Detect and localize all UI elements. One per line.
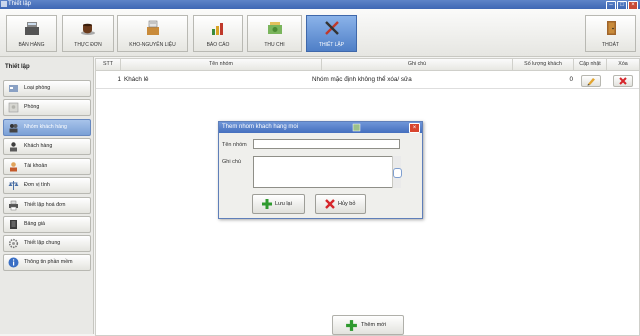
toolbar-exit-button[interactable]: THOÁT xyxy=(585,15,636,52)
save-button[interactable]: Lưu lại xyxy=(252,194,305,214)
edit-row-button[interactable] xyxy=(581,75,601,87)
plus-icon xyxy=(346,320,357,331)
customer-group-icon xyxy=(9,124,18,133)
printer-icon xyxy=(9,200,18,211)
sidebar-item-room[interactable]: Phòng xyxy=(3,99,91,116)
customer-icon xyxy=(10,142,17,152)
money-icon xyxy=(267,22,282,34)
dialog-close-icon[interactable]: × xyxy=(409,123,420,133)
tools-icon xyxy=(324,21,339,35)
group-name-input[interactable] xyxy=(253,139,400,149)
toolbar-settings-button[interactable]: THIẾT LẬP xyxy=(306,15,357,52)
cancel-button[interactable]: Hủy bỏ xyxy=(315,194,366,214)
toolbar-menu-label: THỰC ĐƠN xyxy=(74,42,102,48)
toolbar-settings-label: THIẾT LẬP xyxy=(318,42,345,48)
add-customer-group-dialog: Them nhom khach hang moi × Tên nhóm Ghi … xyxy=(218,121,423,219)
report-chart-icon xyxy=(212,23,223,35)
sidebar-item-label: Bảng giá xyxy=(24,221,45,227)
sidebar-item-label: Đơn vị tính xyxy=(24,182,50,188)
toolbar-exit-label: THOÁT xyxy=(602,42,619,48)
room-type-icon xyxy=(9,85,18,92)
toolbar-report-label: BÁO CÁO xyxy=(206,42,230,48)
window-title: Thiết lập xyxy=(8,1,32,7)
add-new-button-label: Thêm mới xyxy=(361,322,386,328)
note-label: Ghi chú xyxy=(222,159,241,165)
toolbar-sales-label: BÁN HÀNG xyxy=(18,42,45,48)
column-header-update[interactable]: Cập nhật xyxy=(574,59,607,71)
delete-row-button[interactable] xyxy=(613,75,633,87)
note-scrollbar[interactable] xyxy=(392,156,402,188)
sidebar-item-invoice-setup[interactable]: Thiết lập hoá đơn xyxy=(3,197,91,214)
group-name-label: Tên nhóm xyxy=(222,142,247,148)
column-header-customer-count[interactable]: Số lượng khách xyxy=(513,59,574,71)
sidebar-item-software-info[interactable]: Thông tin phần mềm xyxy=(3,254,91,271)
column-header-note[interactable]: Ghi chú xyxy=(322,59,513,71)
info-icon xyxy=(8,257,19,268)
window-titlebar: Thiết lập – □ × xyxy=(0,0,640,10)
sidebar-item-customer[interactable]: Khách hàng xyxy=(3,138,91,155)
inventory-icon xyxy=(146,20,159,35)
note-scrollbar-thumb[interactable] xyxy=(393,168,402,178)
add-new-button[interactable]: Thêm mới xyxy=(332,315,404,335)
app-icon xyxy=(1,1,7,7)
price-list-icon xyxy=(10,220,17,229)
column-header-delete[interactable]: Xóa xyxy=(607,59,639,71)
sidebar-title: Thiết lập xyxy=(5,64,30,70)
delete-x-icon xyxy=(619,77,627,85)
dialog-titlebar: Them nhom khach hang moi × xyxy=(219,122,422,133)
toolbar-inventory-button[interactable]: KHO-NGUYÊN LIỆU xyxy=(117,15,188,52)
note-textarea[interactable] xyxy=(253,156,400,188)
toolbar-finance-label: THU CHI xyxy=(264,42,285,48)
toolbar-inventory-label: KHO-NGUYÊN LIỆU xyxy=(129,42,176,48)
row-note: Nhóm mặc định không thể xóa/ sửa xyxy=(312,76,412,83)
dialog-app-icon xyxy=(352,123,361,132)
save-button-label: Lưu lại xyxy=(275,201,292,207)
coffee-cup-icon xyxy=(81,23,95,35)
row-customer-count: 0 xyxy=(569,76,573,83)
scale-icon xyxy=(8,181,19,190)
sidebar-item-label: Loại phòng xyxy=(24,85,51,91)
sidebar-item-account[interactable]: Tài khoản xyxy=(3,158,91,175)
toolbar-sales-button[interactable]: BÁN HÀNG xyxy=(6,15,57,52)
gear-icon xyxy=(8,238,19,249)
column-header-stt[interactable]: STT xyxy=(96,59,121,71)
toolbar-menu-button[interactable]: THỰC ĐƠN xyxy=(62,15,114,52)
cancel-x-icon xyxy=(325,199,335,209)
exit-door-icon xyxy=(606,21,616,35)
sidebar-item-price-list[interactable]: Bảng giá xyxy=(3,216,91,233)
cash-register-icon xyxy=(24,22,39,35)
sidebar-item-unit[interactable]: Đơn vị tính xyxy=(3,177,91,194)
account-user-icon xyxy=(10,162,17,172)
sidebar-item-label: Phòng xyxy=(24,104,40,110)
toolbar-finance-button[interactable]: THU CHI xyxy=(247,15,302,52)
sidebar-item-label: Nhóm khách hàng xyxy=(24,124,67,130)
pencil-icon xyxy=(587,78,595,86)
sidebar-item-room-type[interactable]: Loại phòng xyxy=(3,80,91,97)
sidebar-item-label: Thiết lập hoá đơn xyxy=(24,202,66,208)
sidebar-item-label: Thiết lập chung xyxy=(24,240,61,246)
sidebar-item-label: Khách hàng xyxy=(24,143,53,149)
sidebar-item-label: Thông tin phần mềm xyxy=(24,259,73,265)
dialog-title: Them nhom khach hang moi xyxy=(222,124,299,130)
cancel-button-label: Hủy bỏ xyxy=(338,201,356,207)
column-header-name[interactable]: Tên nhóm xyxy=(121,59,322,71)
sidebar-item-label: Tài khoản xyxy=(24,163,48,169)
plus-icon xyxy=(262,199,272,209)
row-stt: 1 xyxy=(117,76,121,83)
sidebar-item-customer-group[interactable]: Nhóm khách hàng xyxy=(3,119,91,136)
row-group-name: Khách lẻ xyxy=(124,76,149,83)
toolbar-report-button[interactable]: BÁO CÁO xyxy=(193,15,243,52)
room-icon xyxy=(8,102,19,113)
sidebar-item-general-setup[interactable]: Thiết lập chung xyxy=(3,235,91,252)
